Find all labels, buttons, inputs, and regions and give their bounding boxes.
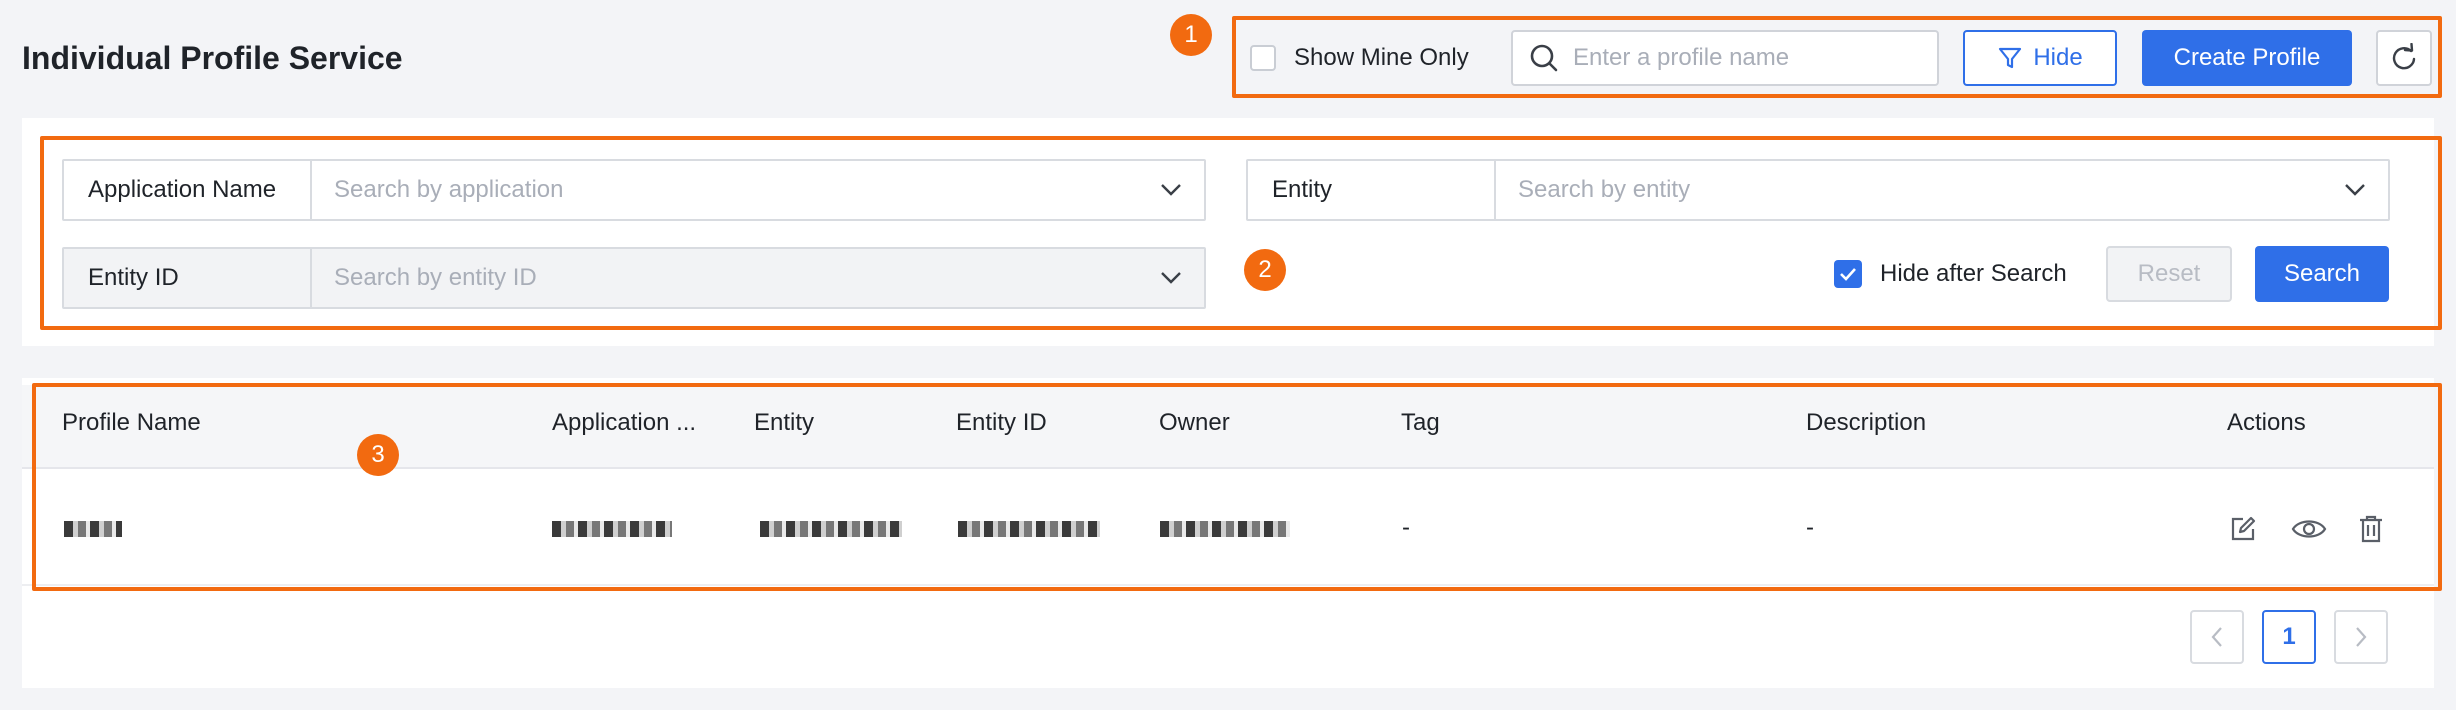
entity-placeholder: Search by entity (1518, 176, 1691, 203)
column-header-entity-id[interactable]: Entity ID (956, 408, 1047, 438)
entity-id-filter[interactable]: Entity ID Search by entity ID (62, 247, 1206, 309)
entity-select[interactable]: Search by entity (1496, 161, 2388, 219)
refresh-button[interactable] (2376, 30, 2432, 86)
annotation-badge-2: 2 (1244, 249, 1286, 291)
page-number-button[interactable]: 1 (2262, 610, 2316, 664)
redacted-owner (1160, 521, 1290, 537)
application-name-placeholder: Search by application (334, 176, 564, 203)
chevron-left-icon (2211, 627, 2222, 647)
entity-label: Entity (1248, 161, 1496, 219)
checkmark-icon[interactable] (1834, 260, 1862, 288)
annotation-badge-3: 3 (357, 434, 399, 476)
previous-page-button[interactable] (2190, 610, 2244, 664)
show-mine-only-checkbox[interactable]: Show Mine Only (1250, 41, 1469, 75)
entity-filter[interactable]: Entity Search by entity (1246, 159, 2390, 221)
hide-filter-button[interactable]: Hide (1963, 30, 2117, 86)
reset-button[interactable]: Reset (2106, 246, 2232, 302)
hide-after-search-checkbox[interactable]: Hide after Search (1834, 256, 2067, 292)
refresh-icon (2392, 43, 2416, 70)
column-header-actions: Actions (2227, 409, 2306, 436)
column-header-entity[interactable]: Entity (754, 408, 814, 438)
page-title: Individual Profile Service (22, 40, 403, 76)
application-name-filter[interactable]: Application Name Search by application (62, 159, 1206, 221)
redacted-application-name (552, 521, 672, 537)
redacted-entity-id (958, 521, 1100, 537)
entity-id-select[interactable]: Search by entity ID (312, 249, 1204, 307)
delete-icon[interactable] (2354, 512, 2388, 546)
chevron-right-icon (2356, 627, 2367, 647)
profile-search-box[interactable] (1511, 30, 1939, 86)
next-page-button[interactable] (2334, 610, 2388, 664)
redacted-entity (760, 521, 902, 537)
column-header-application[interactable]: Application ... (552, 408, 696, 438)
view-icon[interactable] (2290, 512, 2328, 546)
checkbox-icon[interactable] (1250, 45, 1276, 71)
column-header-profile-name[interactable]: Profile Name (62, 408, 201, 438)
edit-icon[interactable] (2226, 512, 2260, 546)
column-header-owner[interactable]: Owner (1159, 408, 1230, 438)
create-profile-button[interactable]: Create Profile (2142, 30, 2352, 86)
redacted-profile-name (64, 521, 122, 537)
entity-id-placeholder: Search by entity ID (334, 264, 537, 291)
search-button[interactable]: Search (2255, 246, 2389, 302)
application-name-select[interactable]: Search by application (312, 161, 1204, 219)
column-header-tag[interactable]: Tag (1401, 408, 1440, 438)
chevron-down-icon (1161, 184, 1181, 196)
column-header-description[interactable]: Description (1806, 408, 1926, 438)
profile-search-input[interactable] (1573, 44, 1923, 72)
row-description: - (1806, 514, 1814, 541)
hide-after-search-label: Hide after Search (1880, 260, 2067, 287)
annotation-badge-1: 1 (1170, 14, 1212, 56)
filter-panel (22, 118, 2434, 346)
row-tag: - (1402, 514, 1410, 541)
chevron-down-icon (1161, 272, 1181, 284)
search-icon (1530, 44, 1558, 72)
entity-id-label: Entity ID (64, 249, 312, 307)
show-mine-only-label: Show Mine Only (1294, 44, 1469, 71)
chevron-down-icon (2345, 184, 2365, 196)
application-name-label: Application Name (64, 161, 312, 219)
filter-icon (1999, 47, 2022, 69)
hide-button-label: Hide (2033, 44, 2083, 71)
